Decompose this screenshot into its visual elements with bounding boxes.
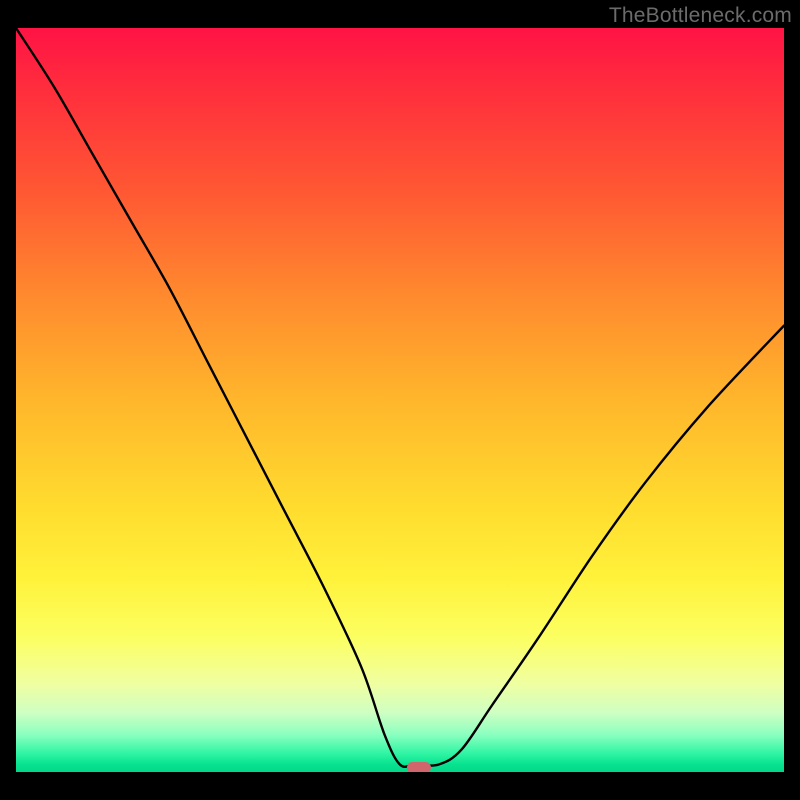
watermark-text: TheBottleneck.com [609,4,792,28]
plot-area [16,28,784,772]
bottleneck-curve [16,28,784,767]
chart-frame: TheBottleneck.com [0,0,800,800]
curve-svg [16,28,784,772]
optimal-marker [407,762,431,772]
